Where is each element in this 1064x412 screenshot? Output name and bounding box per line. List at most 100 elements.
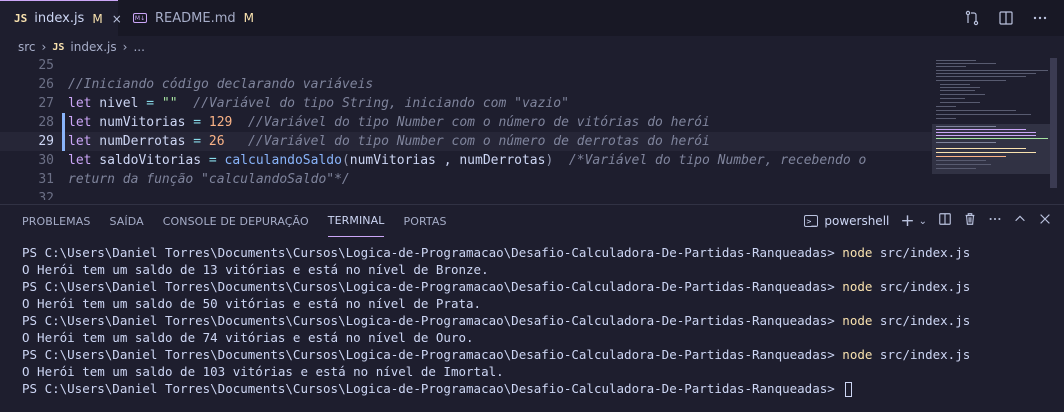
code-keyword: let <box>68 134 92 149</box>
editor-scrollbar[interactable] <box>1050 58 1057 188</box>
code-variable: saldoVitorias <box>91 153 209 168</box>
chevron-right-icon: › <box>41 40 47 54</box>
code-comment: //Variável do tipo Number com o número d… <box>224 134 710 149</box>
terminal-command: node <box>842 245 873 260</box>
code-arguments: numVitorias , numDerrotas <box>349 153 546 168</box>
code-line: 30 let saldoVitorias = calculandoSaldo(n… <box>0 151 1050 170</box>
panel-tabs: PROBLEMAS SAÍDA CONSOLE DE DEPURAÇÃO TER… <box>0 205 446 237</box>
split-editor-icon[interactable] <box>996 8 1016 28</box>
terminal-line: PS C:\Users\Daniel Torres\Documents\Curs… <box>22 380 970 397</box>
code-comment: /*Variável do tipo Number, recebendo o <box>553 153 867 168</box>
code-variable: numDerrotas <box>91 134 194 149</box>
terminal-line: PS C:\Users\Daniel Torres\Documents\Curs… <box>22 312 970 329</box>
editor-tab-bar: JS index.js M × M↓ README.md M <box>0 0 1064 36</box>
code-line: 32 <box>0 189 1050 200</box>
line-number: 29 <box>38 134 54 149</box>
code-keyword: let <box>68 96 92 111</box>
javascript-file-icon: JS <box>14 12 28 25</box>
terminal-prompt: PS C:\Users\Daniel Torres\Documents\Curs… <box>22 381 843 396</box>
modified-indicator: M <box>92 11 103 26</box>
code-line: 31 return da função "calculandoSaldo"*/ <box>0 170 1050 189</box>
new-terminal-icon[interactable]: + <box>900 211 914 231</box>
bottom-panel: PROBLEMAS SAÍDA CONSOLE DE DEPURAÇÃO TER… <box>0 204 1064 412</box>
tab-index-js[interactable]: JS index.js M × <box>0 0 122 36</box>
terminal-command-arg: src/index.js <box>872 347 971 362</box>
terminal-toolbar: >_ powershell + ⌄ <box>804 211 1052 231</box>
modified-indicator: M <box>243 11 254 25</box>
code-comment: //Iniciando código declarando variáveis <box>68 77 374 92</box>
tab-saida[interactable]: SAÍDA <box>109 205 143 237</box>
tab-terminal[interactable]: TERMINAL <box>327 205 385 237</box>
code-function: calculandoSaldo <box>216 153 342 168</box>
tab-console-de-depuracao[interactable]: CONSOLE DE DEPURAÇÃO <box>163 205 309 237</box>
terminal-prompt: PS C:\Users\Daniel Torres\Documents\Curs… <box>22 245 843 260</box>
code-operator: = <box>193 115 202 130</box>
split-terminal-icon[interactable] <box>938 212 952 230</box>
more-actions-icon[interactable] <box>988 212 1002 230</box>
code-comment: //Variável do tipo Number com o número d… <box>232 115 710 130</box>
tab-readme-md[interactable]: M↓ README.md M <box>119 0 262 36</box>
terminal-line: PS C:\Users\Daniel Torres\Documents\Curs… <box>22 346 970 363</box>
code-keyword: let <box>68 115 92 130</box>
terminal-line: PS C:\Users\Daniel Torres\Documents\Curs… <box>22 244 970 261</box>
line-number: 25 <box>38 58 54 73</box>
code-punctuation: ( <box>341 153 350 168</box>
breadcrumb: src › JS index.js › ... <box>0 36 145 58</box>
line-number: 32 <box>38 191 54 200</box>
trash-icon[interactable] <box>963 212 977 230</box>
terminal-command-arg: src/index.js <box>872 313 971 328</box>
breadcrumb-symbol[interactable]: ... <box>133 40 144 54</box>
tab-problemas[interactable]: PROBLEMAS <box>22 205 90 237</box>
line-number: 30 <box>38 153 54 168</box>
chevron-down-icon[interactable]: ⌄ <box>919 216 927 227</box>
terminal-command: node <box>842 347 873 362</box>
terminal-cursor <box>845 382 853 397</box>
code-operator: = <box>193 134 202 149</box>
javascript-file-icon: JS <box>52 41 65 53</box>
code-line: 28 let numVitorias = 129 //Variável do t… <box>0 113 1050 132</box>
markdown-file-icon: M↓ <box>133 13 147 23</box>
terminal-prompt: PS C:\Users\Daniel Torres\Documents\Curs… <box>22 279 843 294</box>
more-actions-icon[interactable] <box>1030 8 1050 28</box>
tab-portas[interactable]: PORTAS <box>403 205 446 237</box>
code-operator: = <box>146 96 155 111</box>
tab-label: README.md <box>155 10 236 26</box>
shell-name: powershell <box>824 214 890 228</box>
code-line: 25 <box>0 58 1050 75</box>
close-panel-icon[interactable] <box>1038 212 1052 230</box>
terminal-output[interactable]: PS C:\Users\Daniel Torres\Documents\Curs… <box>22 244 970 397</box>
code-keyword: let <box>68 153 92 168</box>
terminal-icon: >_ <box>804 215 819 227</box>
terminal-command-arg: src/index.js <box>872 279 971 294</box>
git-modified-gutter-marker <box>62 113 65 151</box>
terminal-line: PS C:\Users\Daniel Torres\Documents\Curs… <box>22 278 970 295</box>
code-comment: return da função "calculandoSaldo"*/ <box>68 172 350 187</box>
line-number: 28 <box>38 115 54 130</box>
terminal-shell-selector[interactable]: >_ powershell <box>804 214 889 228</box>
line-number: 26 <box>38 77 54 92</box>
terminal-output-line: O Herói tem um saldo de 74 vitórias e es… <box>22 330 474 345</box>
chevron-right-icon: › <box>122 40 128 54</box>
terminal-command-arg: src/index.js <box>872 245 971 260</box>
terminal-prompt: PS C:\Users\Daniel Torres\Documents\Curs… <box>22 313 843 328</box>
code-string: "" <box>154 96 178 111</box>
minimap[interactable] <box>932 58 1050 188</box>
code-variable: nivel <box>91 96 147 111</box>
maximize-panel-icon[interactable] <box>1013 212 1027 230</box>
line-number: 27 <box>38 96 54 111</box>
code-editor[interactable]: 25 26 //Iniciando código declarando vari… <box>0 58 1064 200</box>
terminal-prompt: PS C:\Users\Daniel Torres\Documents\Curs… <box>22 347 843 362</box>
open-changes-icon[interactable] <box>962 8 982 28</box>
tab-label: index.js <box>34 11 85 26</box>
code-number: 26 <box>201 134 225 149</box>
terminal-output-line: O Herói tem um saldo de 103 vitórias e e… <box>22 364 504 379</box>
code-line: 27 let nivel = "" //Variável do tipo Str… <box>0 94 1050 113</box>
line-number: 31 <box>38 172 54 187</box>
code-number: 129 <box>201 115 233 130</box>
terminal-output-line: O Herói tem um saldo de 13 vitórias e es… <box>22 262 489 277</box>
breadcrumb-file[interactable]: index.js <box>70 40 116 54</box>
code-comment: //Variável do tipo String, iniciando com… <box>177 96 569 111</box>
breadcrumb-folder[interactable]: src <box>18 40 36 54</box>
terminal-command: node <box>842 279 873 294</box>
terminal-output-line: O Herói tem um saldo de 50 vitórias e es… <box>22 296 482 311</box>
